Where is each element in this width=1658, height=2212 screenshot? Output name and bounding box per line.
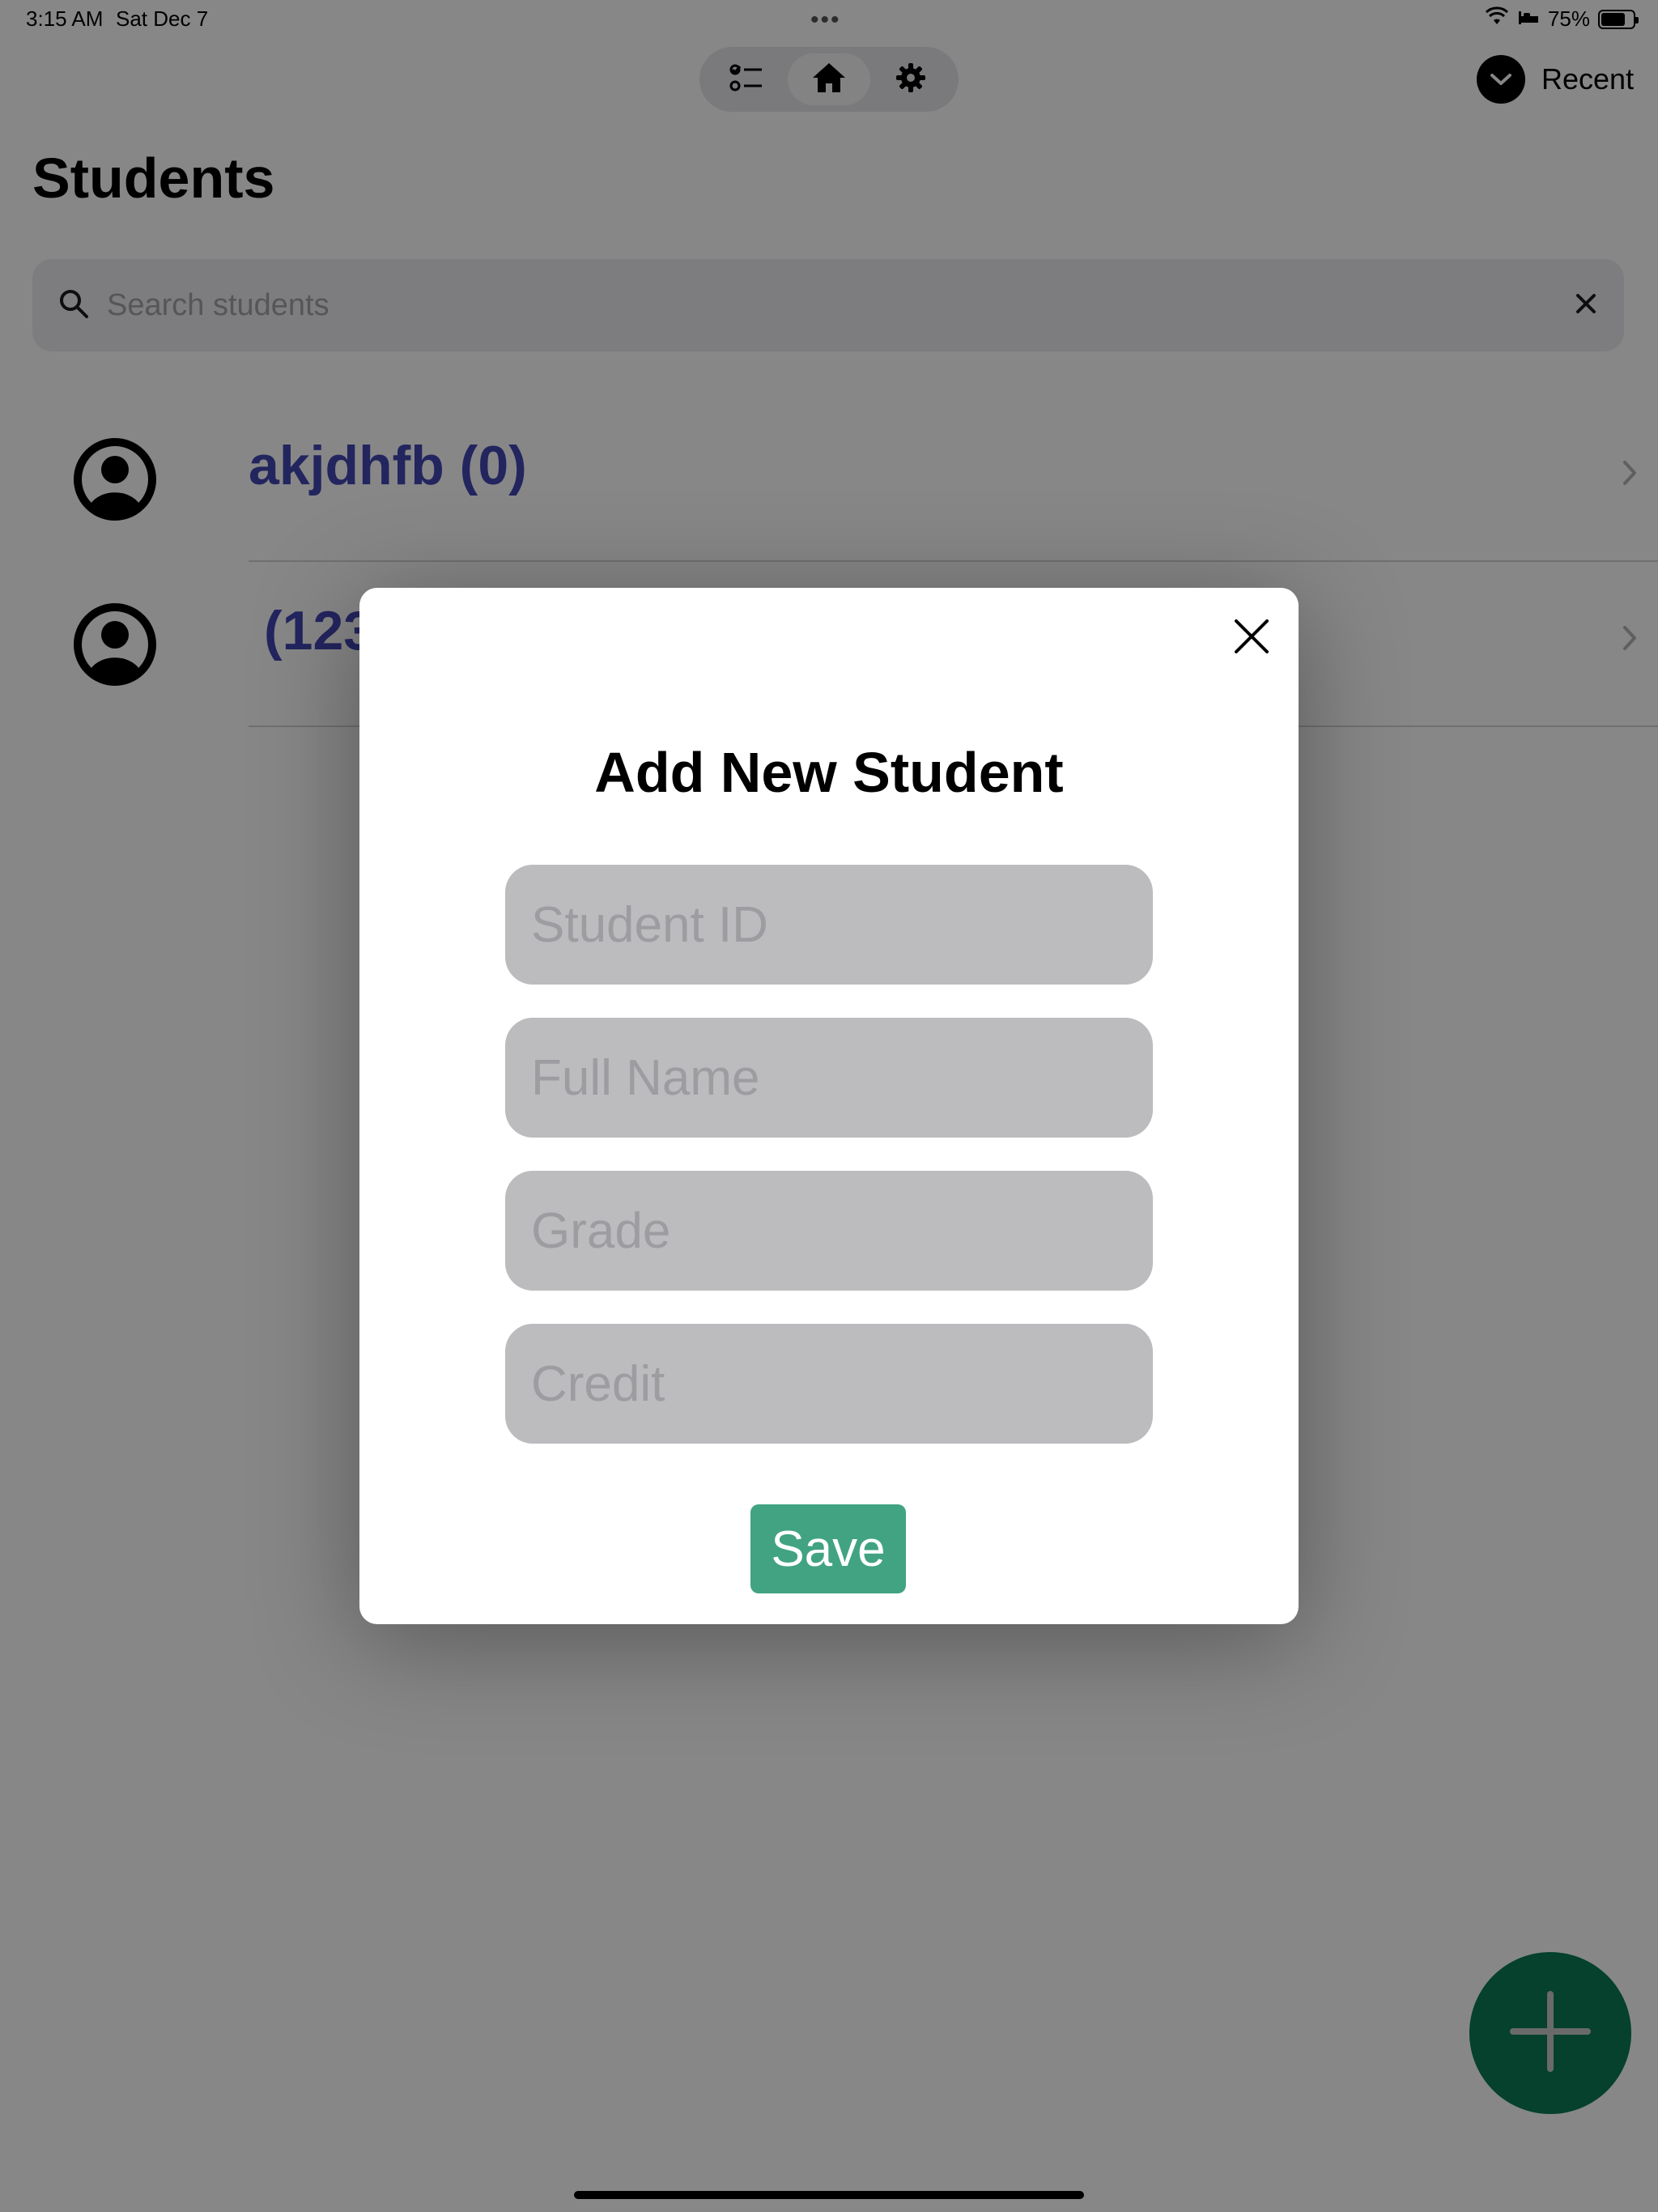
grade-placeholder: Grade <box>531 1202 671 1259</box>
full-name-field[interactable]: Full Name <box>505 1018 1153 1138</box>
close-button[interactable] <box>1227 614 1276 662</box>
add-student-modal: Add New Student Student ID Full Name Gra… <box>359 588 1299 1624</box>
save-label: Save <box>771 1521 886 1577</box>
full-name-placeholder: Full Name <box>531 1049 760 1106</box>
student-id-placeholder: Student ID <box>531 896 768 953</box>
student-id-field[interactable]: Student ID <box>505 865 1153 985</box>
grade-field[interactable]: Grade <box>505 1171 1153 1291</box>
modal-title: Add New Student <box>594 741 1064 804</box>
credit-field[interactable]: Credit <box>505 1324 1153 1444</box>
close-icon <box>1234 619 1269 658</box>
credit-placeholder: Credit <box>531 1355 665 1412</box>
save-button[interactable]: Save <box>750 1504 906 1593</box>
